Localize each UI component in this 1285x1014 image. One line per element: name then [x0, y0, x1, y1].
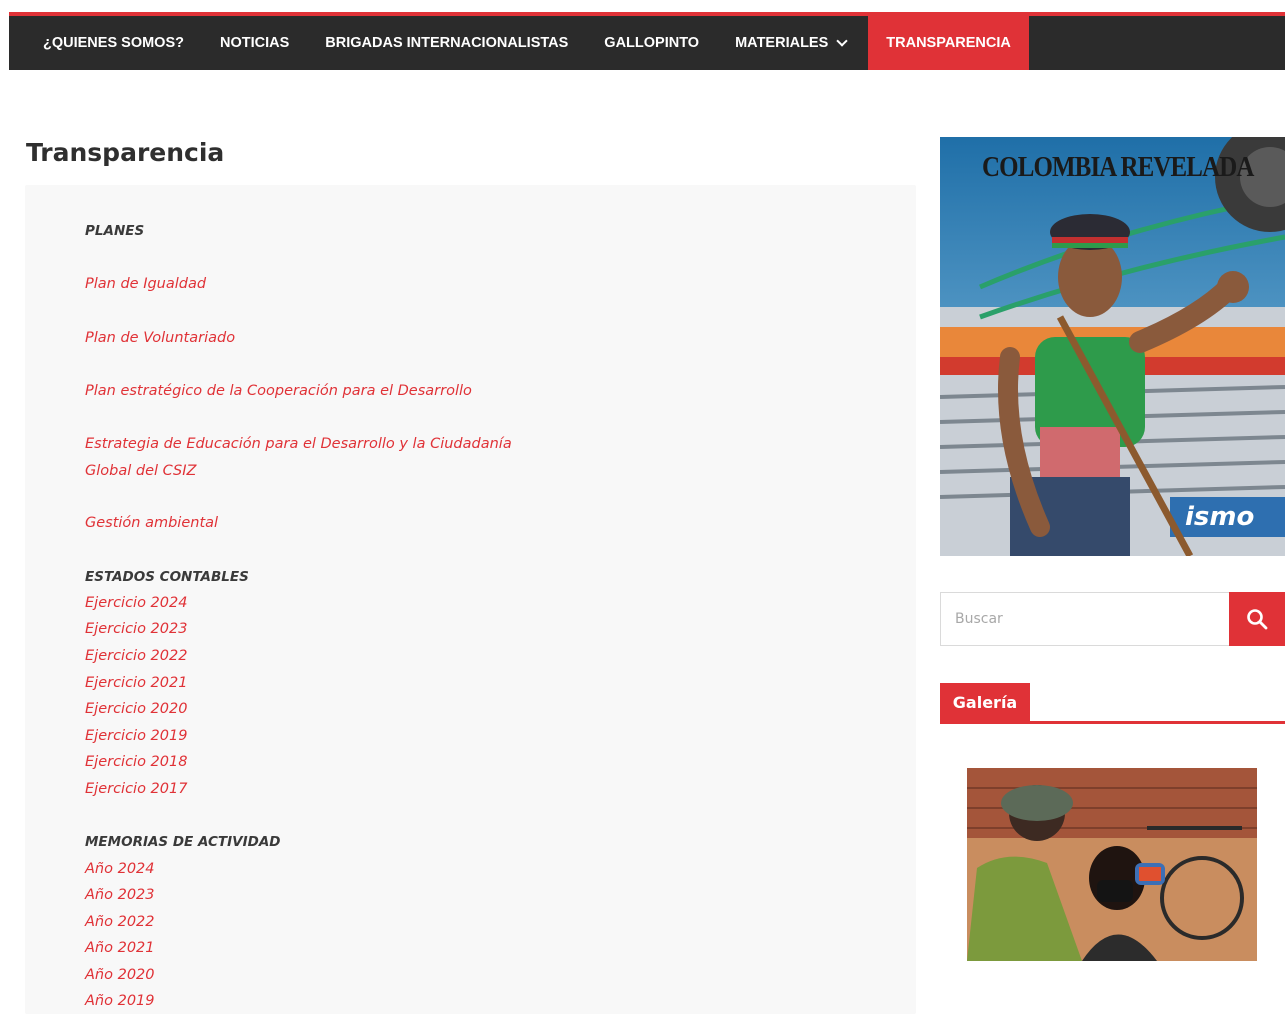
link-ejercicio[interactable]: Ejercicio 2021: [85, 670, 187, 697]
link-ejercicio[interactable]: Ejercicio 2019: [85, 723, 187, 750]
banner-title: COLOMBIA REVELADA: [982, 151, 1254, 183]
main-nav: ¿QUIENES SOMOS? NOTICIAS BRIGADAS INTERN…: [9, 16, 1285, 70]
link-estrategia-educacion[interactable]: Estrategia de Educación para el Desarrol…: [85, 431, 512, 458]
link-plan-igualdad[interactable]: Plan de Igualdad: [85, 271, 206, 298]
nav-item-transparencia[interactable]: TRANSPARENCIA: [868, 16, 1029, 70]
link-estrategia-educacion-cont[interactable]: Global del CSIZ: [85, 458, 196, 485]
nav-item-noticias[interactable]: NOTICIAS: [202, 16, 307, 70]
link-ejercicio[interactable]: Ejercicio 2024: [85, 590, 187, 617]
gallery-header: Galería: [940, 683, 1285, 724]
link-memoria[interactable]: Año 2019: [85, 988, 155, 1014]
link-memoria[interactable]: Año 2021: [85, 935, 155, 962]
section-heading-planes: PLANES: [85, 223, 145, 239]
nav-item-label: TRANSPARENCIA: [886, 35, 1011, 51]
svg-text:ismo: ismo: [1185, 502, 1254, 532]
nav-item-label: GALLOPINTO: [604, 35, 700, 51]
link-memoria[interactable]: Año 2022: [85, 909, 155, 936]
link-memoria[interactable]: Año 2024: [85, 856, 155, 883]
nav-item-label: ¿QUIENES SOMOS?: [43, 35, 184, 51]
nav-item-label: MATERIALES: [735, 35, 829, 51]
search-input[interactable]: [940, 592, 1229, 646]
nav-item-label: NOTICIAS: [220, 35, 290, 51]
banner-photo: ismo: [940, 137, 1285, 556]
link-plan-voluntariado[interactable]: Plan de Voluntariado: [85, 325, 235, 352]
link-ejercicio[interactable]: Ejercicio 2017: [85, 776, 187, 803]
chevron-down-icon: [836, 34, 848, 47]
colombia-revelada-banner[interactable]: ismo COLOMBIA REVELADA: [940, 137, 1285, 556]
search-button[interactable]: [1229, 592, 1285, 646]
link-gestion-ambiental[interactable]: Gestión ambiental: [85, 510, 218, 537]
link-ejercicio[interactable]: Ejercicio 2023: [85, 616, 187, 643]
page-title: Transparencia: [26, 138, 225, 167]
link-memoria[interactable]: Año 2020: [85, 962, 155, 989]
nav-item-materiales[interactable]: MATERIALES: [717, 16, 864, 70]
gallery-image[interactable]: [967, 768, 1257, 961]
link-ejercicio[interactable]: Ejercicio 2020: [85, 696, 187, 723]
link-ejercicio[interactable]: Ejercicio 2018: [85, 749, 187, 776]
content-area: PLANES Plan de Igualdad Plan de Voluntar…: [25, 185, 916, 1014]
search-icon: [1247, 609, 1268, 630]
nav-item-label: BRIGADAS INTERNACIONALISTAS: [325, 35, 569, 51]
nav-item-brigadas[interactable]: BRIGADAS INTERNACIONALISTAS: [307, 16, 586, 70]
nav-item-quienes-somos[interactable]: ¿QUIENES SOMOS?: [25, 16, 202, 70]
link-memoria[interactable]: Año 2023: [85, 882, 155, 909]
gallery-title: Galería: [940, 683, 1030, 721]
section-heading-memorias: MEMORIAS DE ACTIVIDAD: [85, 834, 281, 850]
nav-item-gallopinto[interactable]: GALLOPINTO: [586, 16, 717, 70]
section-heading-estados: ESTADOS CONTABLES: [85, 569, 249, 585]
link-ejercicio[interactable]: Ejercicio 2022: [85, 643, 187, 670]
link-plan-estrategico[interactable]: Plan estratégico de la Cooperación para …: [85, 378, 472, 405]
gallery-photo: [967, 768, 1257, 961]
search-form: [940, 592, 1285, 646]
